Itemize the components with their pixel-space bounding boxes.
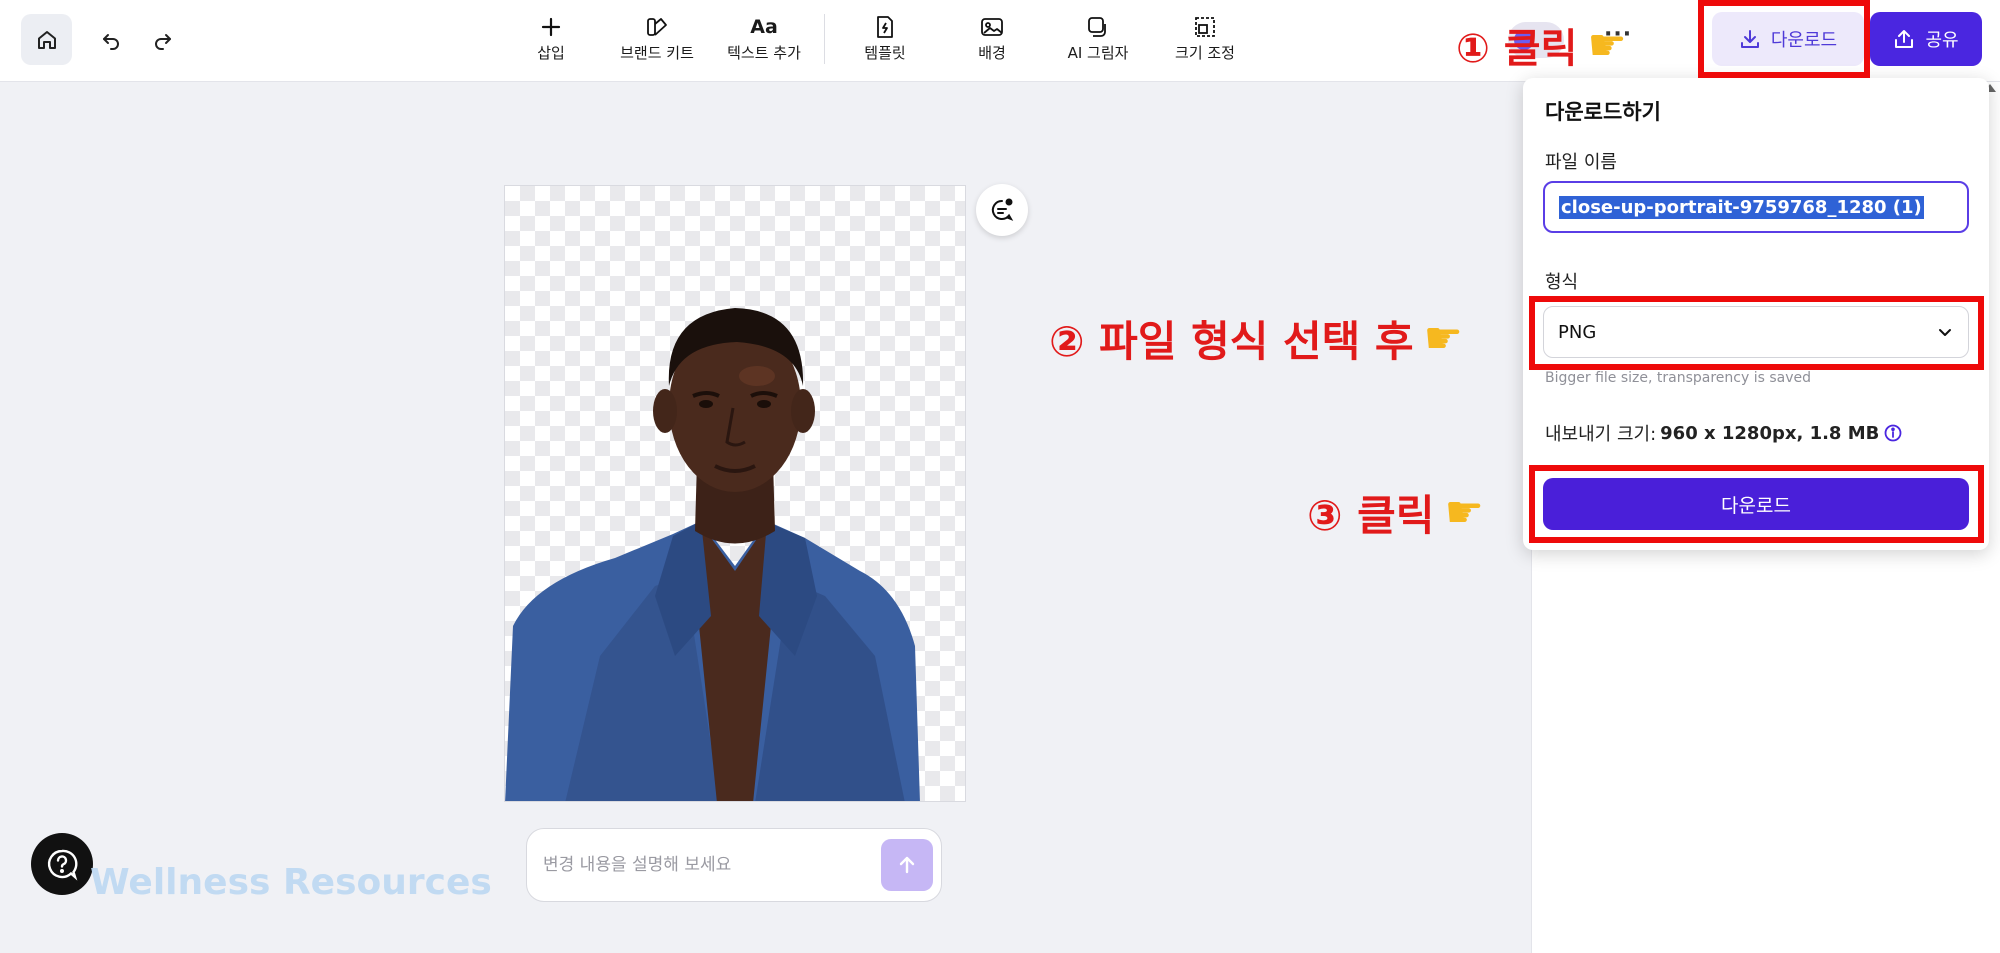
export-size-row: 내보내기 크기: 960 x 1280px, 1.8 MB <box>1545 420 1903 446</box>
annotation-step-1: ① 클릭 ☛ <box>1456 16 1627 74</box>
highlight-download-button <box>1698 0 1870 78</box>
highlight-confirm-download <box>1529 465 1984 543</box>
filename-value: close-up-portrait-9759768_1280 (1) <box>1559 195 1924 219</box>
background-icon <box>980 14 1004 40</box>
tool-ai-shadow-label: AI 그림자 <box>1067 44 1129 62</box>
tool-resize-label: 크기 조정 <box>1175 44 1235 62</box>
redo-button[interactable] <box>142 14 184 65</box>
toolbar-divider <box>824 14 825 64</box>
resize-icon <box>1193 14 1217 40</box>
pointing-hand-icon: ☛ <box>1423 313 1463 364</box>
export-size-label: 내보내기 크기: <box>1545 424 1657 445</box>
tool-resize[interactable]: 크기 조정 <box>1153 14 1257 66</box>
template-icon <box>875 14 895 40</box>
annotation-step-2: ② 파일 형식 선택 후 ☛ <box>1049 308 1463 369</box>
annotation-step-2-text: ② 파일 형식 선택 후 <box>1049 317 1414 366</box>
tool-insert[interactable]: 삽입 <box>499 14 603 66</box>
filename-field[interactable]: close-up-portrait-9759768_1280 (1) <box>1543 181 1969 233</box>
help-button[interactable] <box>31 833 93 895</box>
home-button[interactable] <box>21 14 72 65</box>
tool-brand-kit[interactable]: 브랜드 키트 <box>605 14 709 66</box>
info-icon[interactable] <box>1883 423 1903 443</box>
share-icon <box>1895 30 1914 48</box>
undo-button[interactable] <box>90 14 132 65</box>
ai-chat-icon <box>991 198 1014 221</box>
home-icon <box>37 30 56 49</box>
help-chat-icon <box>47 849 78 881</box>
watermark-text: Wellness Resources <box>90 862 492 903</box>
pointing-hand-icon: ☛ <box>1444 487 1484 538</box>
tool-ai-shadow[interactable]: AI 그림자 <box>1046 14 1150 66</box>
tool-brand-kit-label: 브랜드 키트 <box>620 44 694 62</box>
edit-prompt-input[interactable] <box>543 829 863 901</box>
tool-background[interactable]: 배경 <box>940 14 1044 66</box>
filename-label: 파일 이름 <box>1545 152 1617 173</box>
portrait-image[interactable] <box>505 186 966 802</box>
redo-icon <box>155 33 171 50</box>
tool-add-text-label: 텍스트 추가 <box>727 44 801 62</box>
download-panel-title: 다운로드하기 <box>1545 100 1661 124</box>
edit-prompt-box <box>526 828 942 902</box>
text-icon: Aa <box>750 16 778 38</box>
tool-templates[interactable]: 템플릿 <box>833 14 937 66</box>
format-hint: Bigger file size, transparency is saved <box>1545 370 1812 386</box>
arrow-up-icon <box>899 856 915 874</box>
annotation-step-3: ③ 클릭 ☛ <box>1307 482 1484 543</box>
send-prompt-button[interactable] <box>881 839 933 891</box>
tool-templates-label: 템플릿 <box>864 44 906 62</box>
plus-icon <box>540 14 562 40</box>
format-label: 형식 <box>1545 272 1579 293</box>
pointing-hand-icon: ☛ <box>1587 19 1627 71</box>
share-button[interactable]: 공유 <box>1870 12 1982 66</box>
ai-assistant-button[interactable] <box>976 184 1028 236</box>
tool-insert-label: 삽입 <box>537 44 565 62</box>
brand-kit-icon <box>645 14 669 40</box>
shadow-icon <box>1086 14 1110 40</box>
share-button-label: 공유 <box>1925 30 1959 51</box>
tool-add-text[interactable]: Aa 텍스트 추가 <box>712 14 816 66</box>
annotation-step-1-text: ① 클릭 <box>1456 26 1578 72</box>
annotation-step-3-text: ③ 클릭 <box>1307 491 1435 540</box>
artboard-canvas[interactable] <box>504 185 966 802</box>
export-size-value: 960 x 1280px, 1.8 MB <box>1660 422 1880 444</box>
undo-icon <box>103 33 119 50</box>
tool-background-label: 배경 <box>978 44 1006 62</box>
highlight-format-select <box>1529 296 1984 370</box>
